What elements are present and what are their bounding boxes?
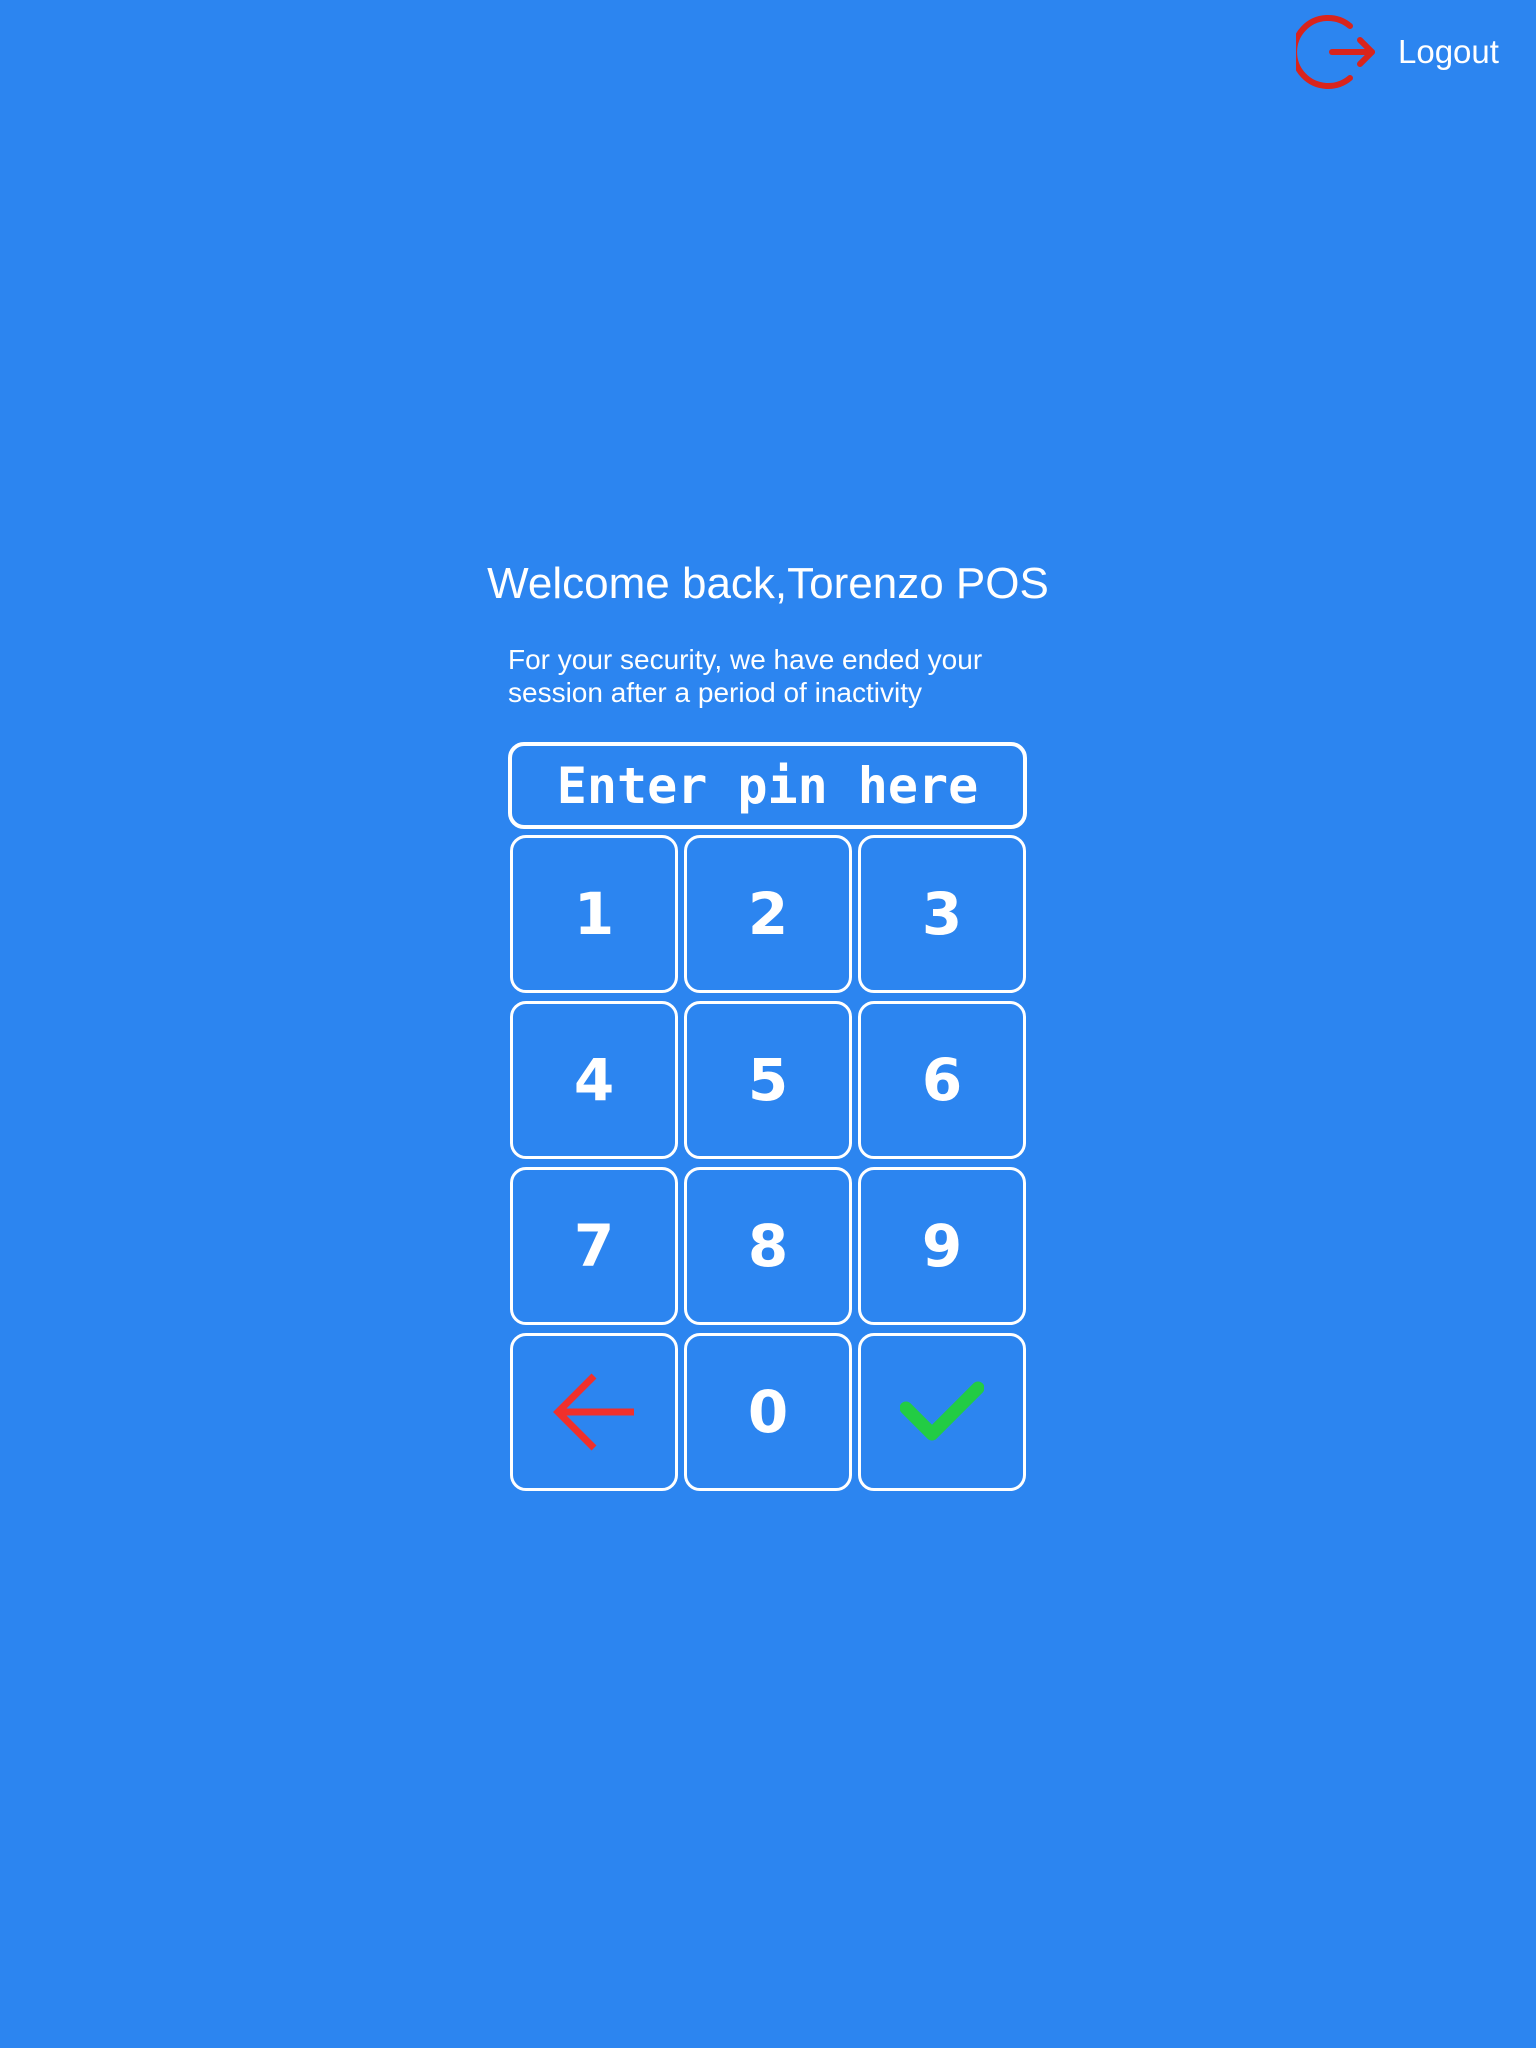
logout-icon — [1296, 15, 1375, 89]
key-3[interactable]: 3 — [858, 835, 1026, 993]
key-9[interactable]: 9 — [858, 1167, 1026, 1325]
backspace-button[interactable] — [510, 1333, 678, 1491]
key-8[interactable]: 8 — [684, 1167, 852, 1325]
key-7[interactable]: 7 — [510, 1167, 678, 1325]
key-4[interactable]: 4 — [510, 1001, 678, 1159]
checkmark-icon — [900, 1381, 984, 1441]
arrow-left-icon — [553, 1373, 634, 1451]
submit-button[interactable] — [858, 1333, 1026, 1491]
security-message: For your security, we have ended your se… — [508, 643, 1028, 709]
pin-input[interactable] — [508, 742, 1027, 829]
key-0[interactable]: 0 — [684, 1333, 852, 1491]
keypad: 1 2 3 4 5 6 7 8 9 0 — [510, 835, 1026, 1491]
logout-button[interactable]: Logout — [1296, 12, 1499, 92]
security-message-line-2: session after a period of inactivity — [508, 677, 922, 708]
key-1[interactable]: 1 — [510, 835, 678, 993]
welcome-heading: Welcome back,Torenzo POS — [487, 559, 1049, 608]
security-message-line-1: For your security, we have ended your — [508, 644, 983, 675]
key-2[interactable]: 2 — [684, 835, 852, 993]
key-6[interactable]: 6 — [858, 1001, 1026, 1159]
logout-label: Logout — [1398, 33, 1499, 70]
key-5[interactable]: 5 — [684, 1001, 852, 1159]
